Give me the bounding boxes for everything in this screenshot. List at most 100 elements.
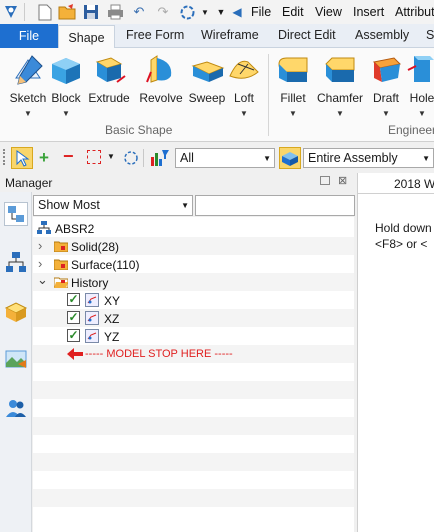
toolbar-grip[interactable] bbox=[3, 149, 7, 165]
block-button[interactable]: Block ▼ bbox=[43, 52, 89, 118]
caret-left-icon[interactable]: ◀ bbox=[228, 3, 246, 21]
empty-row bbox=[33, 471, 354, 489]
history-item-xy[interactable]: ✓ XY bbox=[33, 291, 354, 309]
box-select-icon[interactable] bbox=[87, 150, 101, 164]
filter-combobox[interactable]: All ▼ bbox=[175, 148, 275, 168]
checkbox-checked[interactable]: ✓ bbox=[67, 311, 80, 324]
new-file-icon[interactable] bbox=[36, 3, 54, 21]
checkbox-checked[interactable]: ✓ bbox=[67, 329, 80, 342]
save-icon[interactable] bbox=[82, 3, 100, 21]
view-manager-icon[interactable] bbox=[4, 348, 28, 372]
extrude-button[interactable]: Extrude bbox=[86, 52, 132, 105]
empty-row bbox=[33, 507, 354, 525]
model-stop-label: ----- MODEL STOP HERE ----- bbox=[85, 348, 233, 360]
chevron-down-icon[interactable]: ▼ bbox=[24, 109, 32, 118]
empty-row bbox=[33, 399, 354, 417]
tree-node-label: Solid(28) bbox=[71, 240, 120, 254]
open-folder-icon[interactable] bbox=[58, 3, 76, 21]
manager-search-input[interactable] bbox=[195, 195, 355, 216]
revolve-label: Revolve bbox=[139, 91, 183, 105]
revolve-button[interactable]: Revolve bbox=[138, 52, 184, 105]
scope-combobox[interactable]: Entire Assembly ▼ bbox=[303, 148, 434, 168]
tree-node-solid[interactable]: › Solid(28) bbox=[33, 237, 354, 255]
menu-attribute[interactable]: Attribut bbox=[395, 5, 434, 19]
add-icon[interactable]: + bbox=[39, 148, 49, 168]
stop-arrow-icon[interactable] bbox=[67, 348, 83, 360]
chamfer-icon bbox=[325, 57, 355, 82]
chevron-down-icon[interactable]: ▼ bbox=[240, 109, 248, 118]
sweep-label: Sweep bbox=[188, 91, 226, 105]
close-icon[interactable]: ⊠ bbox=[338, 174, 347, 187]
print-icon[interactable] bbox=[106, 3, 124, 21]
part-manager-icon[interactable] bbox=[4, 300, 28, 324]
chevron-down-icon[interactable]: ▼ bbox=[336, 109, 344, 118]
menu-view[interactable]: View bbox=[315, 5, 342, 19]
tab-shape[interactable]: Shape bbox=[58, 25, 115, 49]
redo-icon[interactable]: ↷ bbox=[154, 3, 172, 21]
tree-node-surface[interactable]: › Surface(110) bbox=[33, 255, 354, 273]
history-item-xz[interactable]: ✓ XZ bbox=[33, 309, 354, 327]
info-tab-title[interactable]: 2018 WH bbox=[394, 177, 434, 191]
sketch-icon bbox=[15, 55, 43, 85]
undo-icon[interactable]: ↶ bbox=[130, 3, 148, 21]
chevron-down-icon[interactable]: ▼ bbox=[107, 152, 115, 161]
user-manager-icon[interactable] bbox=[4, 396, 28, 420]
menu-file[interactable]: File bbox=[251, 5, 271, 19]
history-item-yz[interactable]: ✓ YZ bbox=[33, 327, 354, 345]
chamfer-button[interactable]: Chamfer ▼ bbox=[317, 52, 363, 118]
model-stop-row[interactable]: ----- MODEL STOP HERE ----- bbox=[33, 345, 354, 363]
manager-header: Manager ⊠ bbox=[0, 173, 360, 192]
separator bbox=[24, 3, 25, 21]
tree-root-row[interactable]: ABSR2 bbox=[33, 219, 354, 237]
assembly-scope-button[interactable] bbox=[279, 147, 301, 169]
datum-plane-icon bbox=[85, 311, 99, 325]
info-pane: 2018 WH Hold down <F8> or < bbox=[357, 173, 434, 532]
revolve-icon bbox=[146, 55, 172, 83]
hole-button[interactable]: Hole ▼ bbox=[399, 52, 434, 118]
checkbox-checked[interactable]: ✓ bbox=[67, 293, 80, 306]
rebuild-icon[interactable] bbox=[178, 3, 196, 21]
assembly-icon bbox=[282, 152, 298, 166]
hole-label: Hole bbox=[409, 91, 434, 105]
tab-more[interactable]: S bbox=[426, 28, 434, 42]
tab-free-form[interactable]: Free Form bbox=[126, 28, 184, 42]
tab-direct-edit[interactable]: Direct Edit bbox=[278, 28, 336, 42]
show-mode-dropdown[interactable]: Show Most ▼ bbox=[33, 195, 193, 216]
chevron-down-icon[interactable]: ▼ bbox=[418, 109, 426, 118]
expand-arrow-icon[interactable]: › bbox=[38, 238, 42, 253]
chevron-down-icon[interactable]: ▼ bbox=[289, 109, 297, 118]
tab-assembly[interactable]: Assembly bbox=[355, 28, 409, 42]
loft-button[interactable]: Loft ▼ bbox=[221, 52, 267, 118]
menu-insert[interactable]: Insert bbox=[353, 5, 384, 19]
hole-icon bbox=[407, 56, 434, 82]
select-button[interactable] bbox=[11, 147, 33, 169]
select-filter-icon[interactable] bbox=[122, 149, 140, 170]
manager-sidebar bbox=[0, 192, 32, 532]
tab-wireframe[interactable]: Wireframe bbox=[201, 28, 259, 42]
datum-plane-icon bbox=[85, 293, 99, 307]
history-manager-icon[interactable] bbox=[4, 202, 28, 226]
extrude-label: Extrude bbox=[88, 91, 130, 105]
tree-root-label: ABSR2 bbox=[55, 222, 95, 236]
collapse-arrow-icon[interactable]: ⌄ bbox=[37, 272, 48, 288]
chevron-down-icon[interactable]: ▼ bbox=[62, 109, 70, 118]
loft-icon bbox=[229, 60, 259, 79]
filter-icon[interactable] bbox=[150, 149, 170, 170]
assembly-tree-icon bbox=[37, 221, 51, 234]
pin-icon[interactable] bbox=[320, 176, 330, 185]
tab-file[interactable]: File bbox=[0, 24, 58, 48]
empty-row bbox=[33, 363, 354, 381]
fillet-button[interactable]: Fillet ▼ bbox=[270, 52, 316, 118]
empty-row bbox=[33, 453, 354, 471]
tree-node-history[interactable]: ⌄ History bbox=[33, 272, 354, 291]
chevron-down-icon: ▼ bbox=[263, 154, 271, 163]
app-logo-icon[interactable] bbox=[2, 3, 20, 21]
menu-edit[interactable]: Edit bbox=[282, 5, 304, 19]
chevron-down-icon[interactable]: ▼ bbox=[382, 109, 390, 118]
expand-arrow-icon[interactable]: › bbox=[38, 256, 42, 271]
block-label: Block bbox=[51, 91, 81, 105]
chevron-down-icon: ▼ bbox=[181, 201, 189, 210]
remove-icon[interactable]: − bbox=[63, 146, 74, 167]
assembly-manager-icon[interactable] bbox=[4, 250, 28, 274]
cursor-icon bbox=[16, 150, 30, 167]
